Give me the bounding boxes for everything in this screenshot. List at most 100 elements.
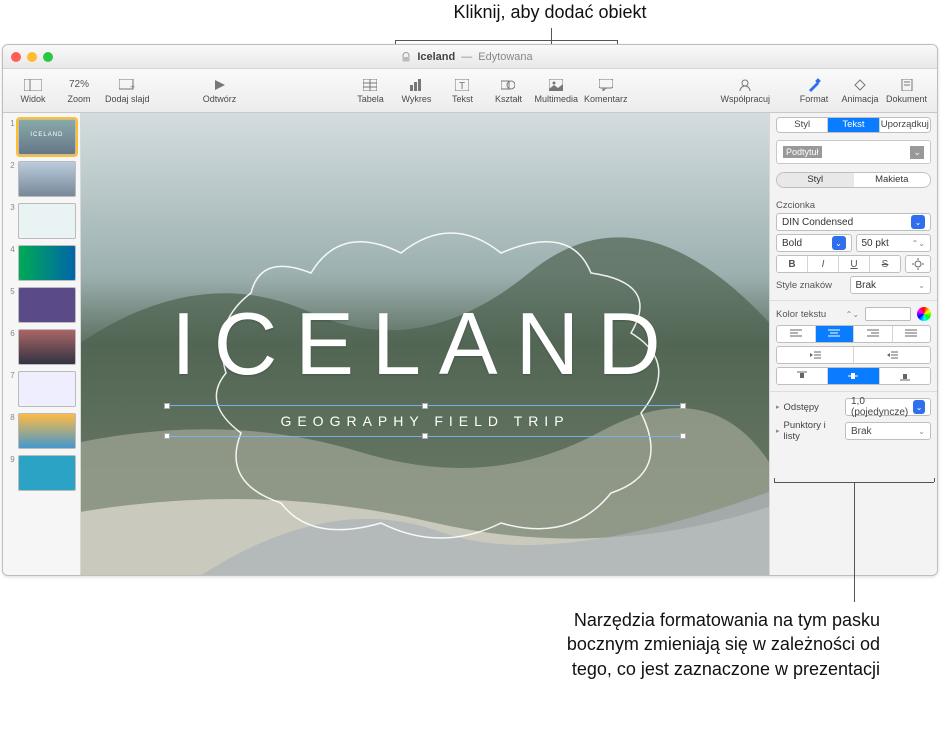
comment-icon (596, 78, 616, 92)
zoom-value: 72% (69, 78, 89, 92)
format-button[interactable]: Format (792, 71, 836, 111)
slide-canvas[interactable]: ICELAND GEOGRAPHY FIELD TRIP (81, 113, 769, 575)
tab-text[interactable]: Tekst (828, 118, 879, 132)
stepper-icon: ⌃⌄ (912, 239, 925, 248)
valign-top-button[interactable] (777, 368, 828, 384)
collaborate-icon (735, 78, 755, 92)
annotation-line (854, 482, 855, 602)
font-size-stepper[interactable]: 50 pkt ⌃⌄ (856, 234, 932, 252)
toolbar-label: Tekst (452, 94, 473, 104)
media-button[interactable]: Multimedia (532, 71, 580, 111)
valign-middle-button[interactable] (828, 368, 879, 384)
bullets-select[interactable]: Brak ⌄ (845, 422, 931, 440)
tab-arrange[interactable]: Uporządkuj (880, 118, 930, 132)
subtab-layout[interactable]: Makieta (854, 173, 931, 187)
char-styles-select[interactable]: Brak ⌄ (850, 276, 932, 294)
disclosure-triangle-icon[interactable]: ▸ (776, 403, 780, 411)
play-icon (210, 78, 230, 92)
view-button[interactable]: Widok (11, 71, 55, 111)
text-icon: T (452, 78, 472, 92)
close-window-button[interactable] (11, 52, 21, 62)
document-title: Iceland (417, 51, 455, 63)
slide-title[interactable]: ICELAND (81, 293, 769, 395)
tab-style[interactable]: Styl (777, 118, 828, 132)
slide-thumb[interactable]: 8 (7, 413, 76, 449)
slide-thumb[interactable]: 3 (7, 203, 76, 239)
dropdown-arrow-icon: ⌄ (832, 236, 846, 250)
gear-icon (912, 258, 924, 270)
slide-thumb[interactable]: 7 (7, 371, 76, 407)
toolbar-label: Zoom (67, 94, 90, 104)
toolbar-label: Multimedia (534, 94, 578, 104)
toolbar-label: Komentarz (584, 94, 628, 104)
shape-icon (498, 78, 518, 92)
paragraph-style-value: Podtytuł (783, 146, 822, 158)
add-slide-button[interactable]: + Dodaj slajd (103, 71, 152, 111)
slide-thumb[interactable]: 4 (7, 245, 76, 281)
slide-thumb[interactable]: 1ICELAND (7, 119, 76, 155)
add-slide-icon: + (117, 78, 137, 92)
annotation-line (934, 478, 935, 482)
valign-bottom-button[interactable] (880, 368, 930, 384)
font-options-button[interactable] (905, 255, 931, 273)
font-family-value: DIN Condensed (782, 217, 853, 228)
comment-button[interactable]: Komentarz (582, 71, 630, 111)
slide-thumb[interactable]: 2 (7, 161, 76, 197)
lock-icon (401, 52, 411, 62)
color-wheel-button[interactable] (917, 307, 931, 321)
slide-thumb[interactable]: 6 (7, 329, 76, 365)
format-inspector: Styl Tekst Uporządkuj Podtytuł ⌄ Styl Ma… (769, 113, 937, 575)
align-left-button[interactable] (777, 326, 816, 342)
bold-button[interactable]: B (777, 256, 808, 272)
shape-button[interactable]: Kształt (486, 71, 530, 111)
char-styles-value: Brak (856, 280, 877, 291)
animate-button[interactable]: Animacja (838, 71, 882, 111)
spacing-select[interactable]: 1,0 (pojedyncze) ⌄ (845, 398, 931, 416)
annotation-line (395, 40, 617, 41)
toolbar-label: Format (800, 94, 829, 104)
annotation-line (551, 28, 552, 44)
toolbar: Widok 72% Zoom + Dodaj slajd Odtwórz Tab… (3, 69, 937, 113)
annotation-line (774, 478, 775, 482)
font-family-select[interactable]: DIN Condensed ⌄ (776, 213, 931, 231)
titlebar: Iceland — Edytowana (3, 45, 937, 69)
play-button[interactable]: Odtwórz (180, 71, 260, 111)
slide-number: 7 (7, 371, 15, 380)
slide-subtitle[interactable]: GEOGRAPHY FIELD TRIP (81, 413, 769, 429)
indent-button[interactable] (854, 347, 930, 363)
text-color-label: Kolor tekstu (776, 309, 840, 320)
paragraph-style-select[interactable]: Podtytuł ⌄ (776, 140, 931, 164)
window-controls (11, 52, 53, 62)
slide-thumb[interactable]: 9 (7, 455, 76, 491)
subtab-style[interactable]: Styl (777, 173, 854, 187)
spacing-value: 1,0 (pojedyncze) (851, 396, 913, 418)
annotation-top: Kliknij, aby dodać obiekt (380, 2, 720, 23)
table-button[interactable]: Tabela (348, 71, 392, 111)
zoom-button[interactable]: 72% Zoom (57, 71, 101, 111)
document-status: Edytowana (478, 51, 532, 63)
align-justify-button[interactable] (893, 326, 931, 342)
slide-number: 5 (7, 287, 15, 296)
font-weight-select[interactable]: Bold ⌄ (776, 234, 852, 252)
strikethrough-button[interactable]: S (870, 256, 900, 272)
toolbar-label: Współpracuj (720, 94, 770, 104)
slide-navigator[interactable]: 1ICELAND 2 3 4 5 6 7 8 9 (3, 113, 81, 575)
outdent-button[interactable] (777, 347, 854, 363)
text-button[interactable]: T Tekst (440, 71, 484, 111)
text-color-swatch[interactable] (865, 307, 911, 321)
underline-button[interactable]: U (839, 256, 870, 272)
align-center-button[interactable] (816, 326, 855, 342)
italic-button[interactable]: I (808, 256, 839, 272)
slide-thumb[interactable]: 5 (7, 287, 76, 323)
media-icon (546, 78, 566, 92)
chart-button[interactable]: Wykres (394, 71, 438, 111)
disclosure-triangle-icon[interactable]: ▸ (776, 427, 780, 435)
slide-number: 3 (7, 203, 15, 212)
bullets-label: Punktory i listy (784, 420, 841, 442)
document-button[interactable]: Dokument (884, 71, 929, 111)
collaborate-button[interactable]: Współpracuj (718, 71, 772, 111)
minimize-window-button[interactable] (27, 52, 37, 62)
fullscreen-window-button[interactable] (43, 52, 53, 62)
align-right-button[interactable] (854, 326, 893, 342)
slide-number: 9 (7, 455, 15, 464)
